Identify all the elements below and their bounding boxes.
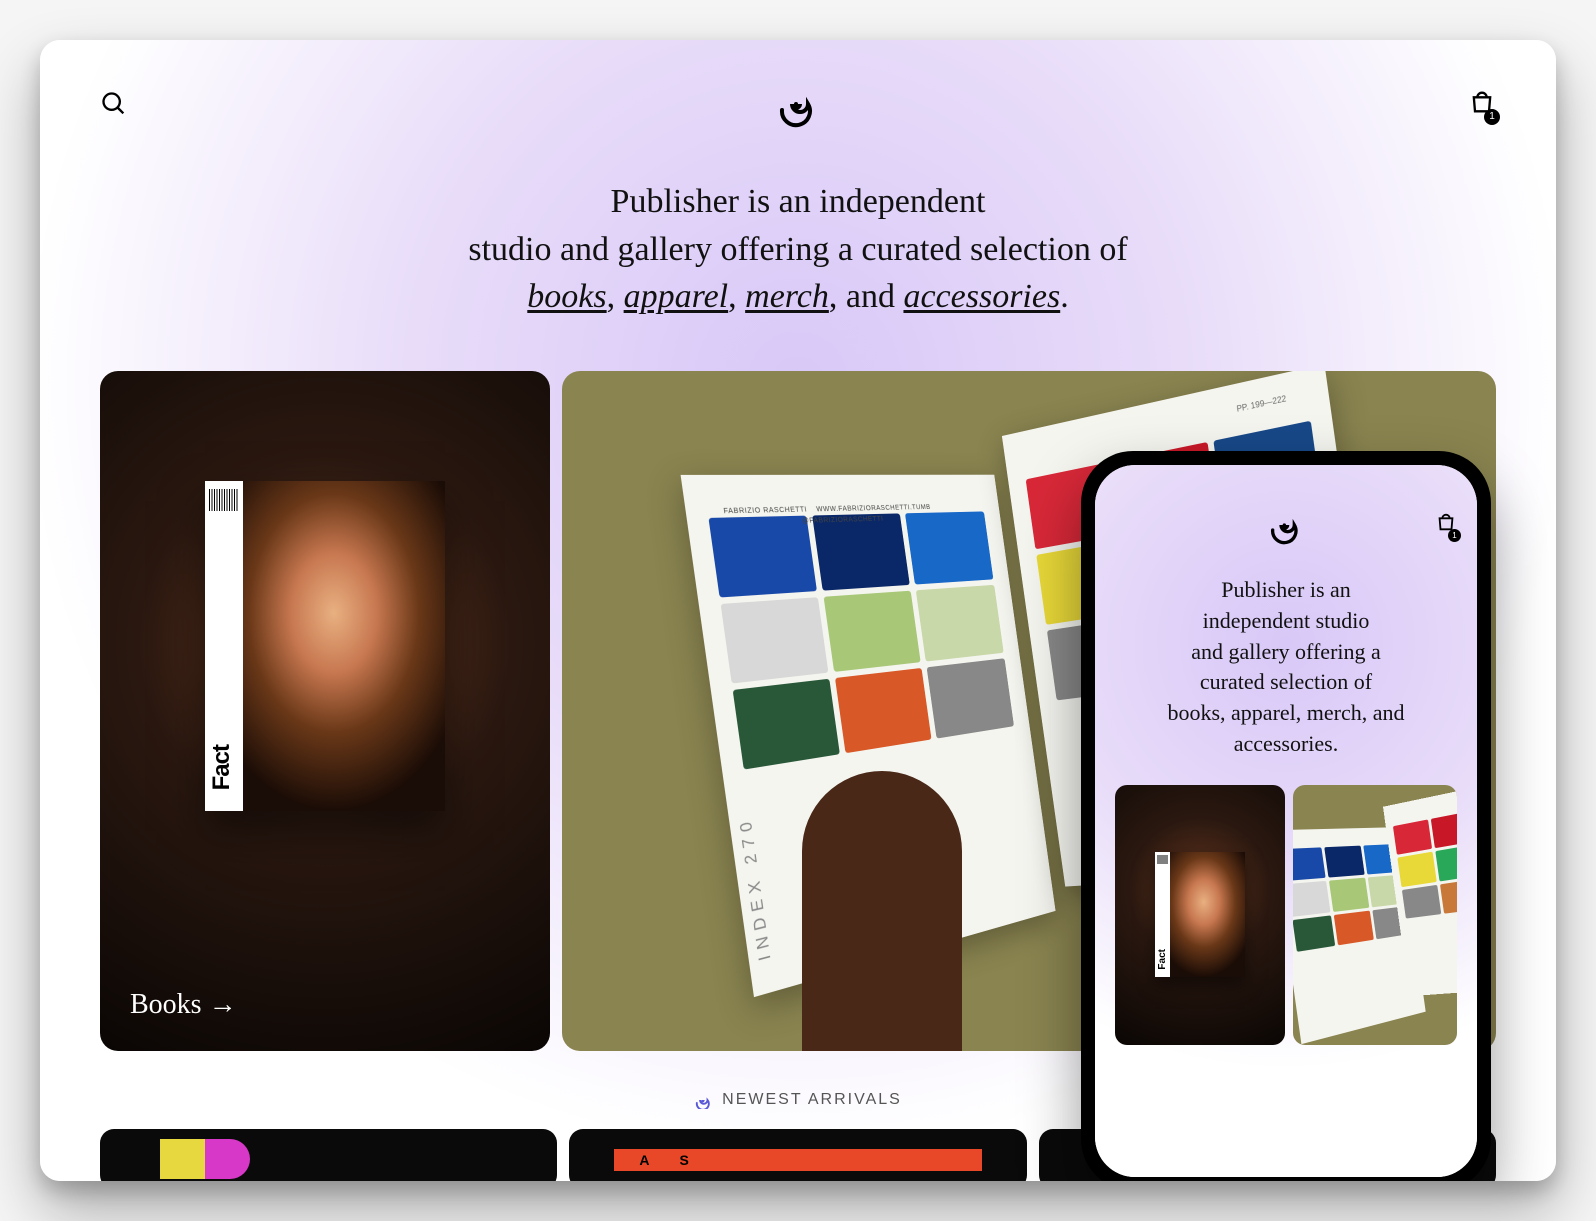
carousel-bar-text: AS	[614, 1149, 981, 1171]
book-title: Fact	[208, 745, 236, 790]
category-card-books[interactable]: Fact Books →	[100, 371, 550, 1051]
barcode-icon	[209, 489, 239, 511]
logo-spiral-icon[interactable]	[774, 80, 822, 128]
mobile-cart-button[interactable]: 1	[1435, 511, 1457, 538]
mobile-card-books[interactable]: Fact	[1115, 785, 1285, 1045]
mobile-spine: Fact	[1155, 852, 1170, 977]
mobile-book-cover: Fact	[1155, 852, 1245, 977]
mobile-header: 1	[1115, 505, 1457, 545]
mobile-content: 1 Publisher is anindependent studioand g…	[1095, 465, 1477, 1045]
spiral-small-icon	[694, 1091, 712, 1109]
mobile-barcode-icon	[1157, 855, 1168, 864]
cover-portrait	[243, 481, 445, 811]
mobile-logo-spiral-icon[interactable]	[1266, 505, 1306, 545]
link-apparel[interactable]: apparel	[624, 278, 729, 315]
mobile-screen: 1 Publisher is anindependent studioand g…	[1095, 465, 1477, 1177]
mobile-open-book	[1293, 785, 1457, 1045]
mobile-book-title: Fact	[1157, 949, 1168, 970]
mobile-link-accessories[interactable]: accessories	[1234, 731, 1333, 756]
desktop-viewport: 1 Publisher is an independent studio and…	[40, 40, 1556, 1181]
hand	[802, 771, 962, 1051]
link-books[interactable]: books	[527, 278, 606, 315]
card-label-books: Books →	[130, 989, 237, 1021]
section-title: NEWEST ARRIVALS	[722, 1091, 902, 1109]
cart-count-badge: 1	[1484, 109, 1500, 125]
carousel-item-2[interactable]: AS	[569, 1129, 1026, 1181]
link-accessories[interactable]: accessories	[903, 278, 1060, 315]
mobile-device-mockup: 1 Publisher is anindependent studioand g…	[1081, 451, 1491, 1181]
mobile-portrait	[1170, 852, 1245, 977]
mobile-link-books[interactable]: books	[1167, 700, 1220, 725]
hero-line-2: studio and gallery offering a curated se…	[468, 231, 1127, 268]
hero-line-1: Publisher is an independent	[611, 183, 986, 220]
mobile-link-merch[interactable]: merch	[1307, 700, 1362, 725]
book-spine: Fact	[205, 481, 243, 811]
header: 1	[100, 80, 1496, 128]
mobile-cart-badge: 1	[1448, 529, 1461, 542]
cart-button[interactable]: 1	[1468, 88, 1496, 121]
mobile-card-lifestyle[interactable]	[1293, 785, 1457, 1045]
mobile-gallery: Fact	[1115, 785, 1457, 1045]
index-label: INDEX 270	[736, 814, 775, 963]
mobile-hero-text: Publisher is anindependent studioand gal…	[1115, 575, 1457, 760]
book-cover: Fact	[205, 481, 445, 811]
link-merch[interactable]: merch	[745, 278, 829, 315]
hero-text: Publisher is an independent studio and g…	[348, 178, 1248, 321]
mobile-link-apparel[interactable]: apparel	[1231, 700, 1296, 725]
search-icon[interactable]	[100, 90, 128, 118]
carousel-item-1[interactable]	[100, 1129, 557, 1181]
